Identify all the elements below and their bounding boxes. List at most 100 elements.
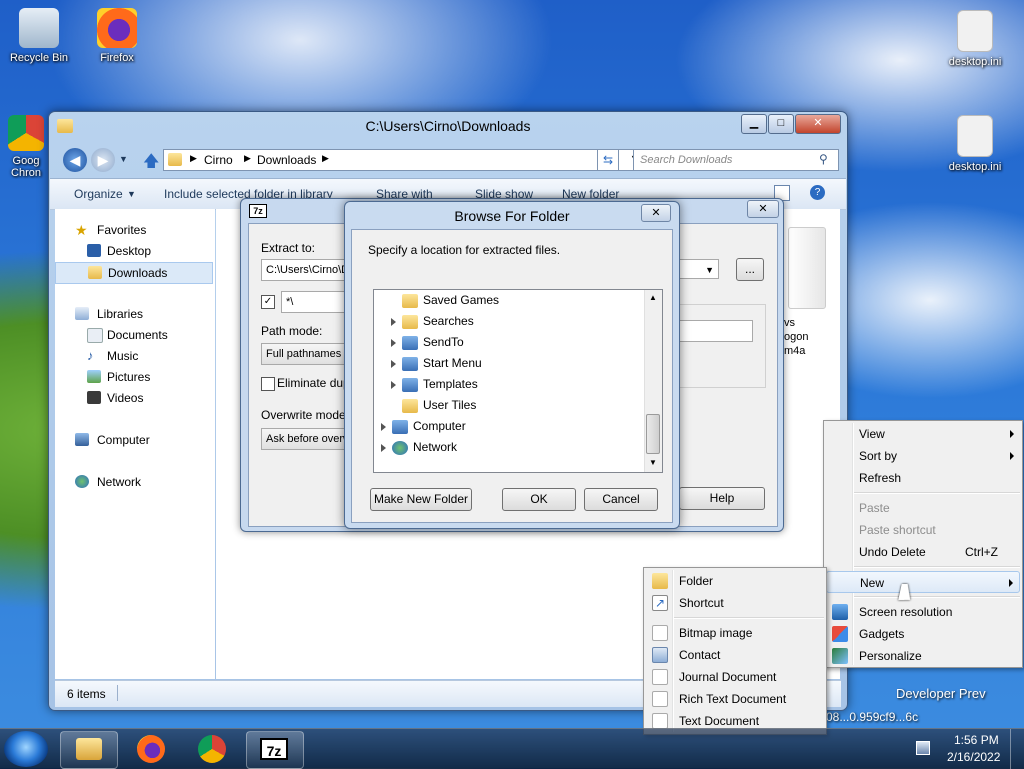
help-button[interactable]: Help — [679, 487, 765, 510]
menu-item-rich-text-document[interactable]: Rich Text Document — [646, 688, 824, 710]
maximize-button[interactable]: □ — [768, 114, 794, 134]
menu-separator — [854, 596, 1020, 598]
extract-path-input[interactable]: C:\Users\Cirno\D — [261, 259, 345, 281]
cancel-button[interactable]: Cancel — [584, 488, 658, 511]
browse-for-folder-dialog[interactable]: Browse For Folder ✕ Specify a location f… — [344, 201, 680, 529]
taskbar-7zip[interactable]: 7z — [246, 731, 304, 769]
menu-item-personalize[interactable]: Personalize — [826, 645, 1020, 667]
recycle-bin-icon — [19, 8, 59, 48]
nav-downloads[interactable]: Downloads — [55, 262, 213, 284]
menu-item-sort-by[interactable]: Sort by — [826, 445, 1020, 467]
nav-desktop[interactable]: Desktop — [55, 241, 213, 261]
help-icon[interactable]: ? — [810, 185, 825, 200]
network-tray-icon[interactable] — [916, 741, 930, 755]
clock-time[interactable]: 1:56 PM — [954, 733, 999, 747]
address-bar[interactable]: ▶ Cirno ▶ Downloads ▶ ▼ — [163, 149, 645, 171]
chevron-right-icon[interactable]: ▶ — [322, 153, 329, 164]
taskbar-firefox[interactable] — [124, 731, 180, 767]
show-desktop-button[interactable] — [1010, 729, 1024, 769]
desktop-icon-desktop-ini-1[interactable]: desktop.ini — [940, 10, 1010, 68]
nav-pictures[interactable]: Pictures — [55, 367, 213, 387]
menu-item-undo-delete[interactable]: Undo Delete Ctrl+Z — [826, 541, 1020, 563]
expand-arrow-icon[interactable] — [391, 380, 396, 389]
tree-item-user-tiles[interactable]: User Tiles — [402, 395, 476, 416]
tree-item-saved-games[interactable]: Saved Games — [402, 290, 499, 311]
tree-item-network[interactable]: Network — [381, 437, 457, 458]
menu-item-journal-document[interactable]: Journal Document — [646, 666, 824, 688]
ok-button[interactable]: OK — [502, 488, 576, 511]
refresh-button[interactable]: ⇆ — [597, 149, 619, 171]
menu-item-contact[interactable]: Contact — [646, 644, 824, 666]
path-mode-select[interactable]: Full pathnames — [261, 343, 345, 365]
tree-item-start-menu[interactable]: Start Menu — [391, 353, 482, 374]
item-count: 6 items — [67, 687, 106, 701]
desktop-icon-firefox[interactable]: Firefox — [82, 8, 152, 64]
nav-network[interactable]: Network — [55, 472, 213, 492]
tree-item-computer[interactable]: Computer — [381, 416, 466, 437]
tree-item-searches[interactable]: Searches — [391, 311, 474, 332]
scroll-down-arrow-icon[interactable]: ▼ — [649, 458, 657, 467]
nav-computer[interactable]: Computer — [55, 430, 213, 450]
folder-tree[interactable]: Saved Games Searches SendTo Start Menu T… — [373, 289, 663, 473]
start-button[interactable] — [4, 731, 48, 767]
desktop-icon-chrome[interactable]: Goog Chron — [4, 115, 48, 179]
overwrite-mode-select[interactable]: Ask before overw — [261, 428, 345, 450]
chevron-right-icon[interactable]: ▶ — [244, 153, 251, 164]
tree-item-templates[interactable]: Templates — [391, 374, 478, 395]
subfolder-input[interactable]: *\ — [281, 291, 345, 313]
tree-item-sendto[interactable]: SendTo — [391, 332, 464, 353]
expand-arrow-icon[interactable] — [381, 443, 386, 452]
desktop-icon-label: Recycle Bin — [9, 52, 69, 64]
forward-button[interactable]: ▶ — [91, 148, 115, 172]
shortcut-icon: ↗ — [652, 595, 668, 611]
chevron-right-icon[interactable]: ▶ — [190, 153, 197, 164]
nav-music[interactable]: ♪ Music — [55, 346, 213, 366]
expand-arrow-icon[interactable] — [391, 317, 396, 326]
nav-libraries[interactable]: Libraries — [55, 304, 213, 324]
desktop-icon-recycle-bin[interactable]: Recycle Bin — [4, 8, 74, 64]
status-divider — [117, 685, 118, 701]
nav-videos[interactable]: Videos — [55, 388, 213, 408]
browse-button[interactable]: ... — [736, 258, 764, 281]
nav-favorites[interactable]: ★ Favorites — [55, 220, 213, 240]
organize-button[interactable]: Organize — [74, 187, 123, 201]
desktop-icon-desktop-ini-2[interactable]: desktop.ini — [940, 115, 1010, 173]
close-button[interactable]: ✕ — [747, 200, 779, 218]
extract-path-dropdown[interactable]: ▼ — [679, 259, 719, 279]
expand-arrow-icon[interactable] — [381, 422, 386, 431]
tree-scrollbar[interactable]: ▲ ▼ — [644, 290, 662, 472]
menu-item-new-shortcut[interactable]: ↗ Shortcut — [646, 592, 824, 614]
clock-date[interactable]: 2/16/2022 — [947, 750, 1000, 764]
back-button[interactable]: ◀ — [63, 148, 87, 172]
menu-item-paste[interactable]: Paste — [826, 497, 1020, 519]
menu-item-gadgets[interactable]: Gadgets — [826, 623, 1020, 645]
breadcrumb-downloads[interactable]: Downloads — [257, 153, 316, 167]
subfolder-checkbox[interactable]: ✓ — [261, 295, 275, 309]
taskbar-chrome[interactable] — [184, 731, 240, 767]
scroll-thumb[interactable] — [646, 414, 660, 454]
close-button[interactable]: ✕ — [641, 204, 671, 222]
menu-item-refresh[interactable]: Refresh — [826, 467, 1020, 489]
make-new-folder-button[interactable]: Make New Folder — [370, 488, 472, 511]
expand-arrow-icon[interactable] — [391, 359, 396, 368]
nav-documents[interactable]: Documents — [55, 325, 213, 345]
menu-item-new-folder[interactable]: Folder — [646, 570, 824, 592]
taskbar-explorer[interactable] — [60, 731, 118, 769]
eliminate-duplication-checkbox[interactable] — [261, 377, 275, 391]
menu-item-view[interactable]: View — [826, 423, 1020, 445]
menu-item-bitmap-image[interactable]: Bitmap image — [646, 622, 824, 644]
menu-item-screen-resolution[interactable]: Screen resolution — [826, 601, 1020, 623]
breadcrumb-cirno[interactable]: Cirno — [204, 153, 233, 167]
expand-arrow-icon[interactable] — [391, 338, 396, 347]
menu-item-paste-shortcut[interactable]: Paste shortcut — [826, 519, 1020, 541]
up-arrow-icon[interactable]: 🡅 — [143, 150, 159, 177]
dialog-title: Browse For Folder — [454, 208, 570, 224]
menu-item-new[interactable]: New — [826, 571, 1020, 593]
search-input[interactable]: Search Downloads — [633, 149, 839, 171]
menu-separator — [854, 492, 1020, 494]
close-button[interactable]: ✕ — [795, 114, 841, 134]
minimize-button[interactable]: ▁ — [741, 114, 767, 134]
menu-separator — [674, 617, 824, 619]
recent-pages-chevron-icon[interactable]: ▼ — [119, 154, 128, 164]
scroll-up-arrow-icon[interactable]: ▲ — [649, 293, 657, 302]
